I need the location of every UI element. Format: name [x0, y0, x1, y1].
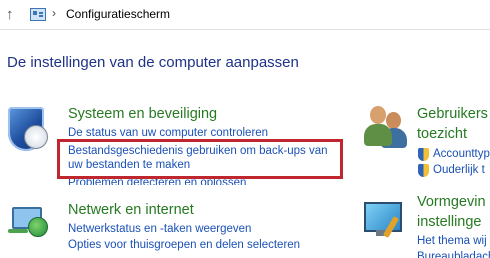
- highlight-box: [57, 139, 343, 179]
- link-change-theme[interactable]: Het thema wij: [417, 234, 487, 248]
- globe-icon: [28, 217, 48, 237]
- address-bar: ↑ › Configuratiescherm: [0, 0, 490, 30]
- user-head-icon: [370, 106, 386, 124]
- control-panel-icon: [30, 8, 46, 21]
- category-user-accounts-line2[interactable]: toezicht: [417, 126, 467, 142]
- appearance-display-icon[interactable]: [362, 200, 406, 240]
- network-globe-icon[interactable]: [8, 205, 48, 237]
- page-title: De instellingen van de computer aanpasse…: [7, 54, 299, 71]
- link-network-status[interactable]: Netwerkstatus en -taken weergeven: [68, 222, 251, 236]
- link-check-computer-status[interactable]: De status van uw computer controleren: [68, 126, 268, 140]
- clock-icon: [24, 125, 48, 149]
- breadcrumb-control-panel[interactable]: Configuratiescherm: [66, 7, 170, 21]
- address-bar-divider: [0, 29, 490, 30]
- category-appearance[interactable]: Vormgevin: [417, 194, 486, 210]
- link-desktop-background[interactable]: Bureaubladach: [417, 250, 490, 258]
- uac-shield-icon: [418, 164, 429, 177]
- category-user-accounts[interactable]: Gebruikers: [417, 106, 488, 122]
- user-body-icon: [364, 124, 392, 146]
- category-system-security[interactable]: Systeem en beveiliging: [68, 106, 217, 122]
- users-icon[interactable]: [364, 104, 408, 148]
- cable-icon: [8, 229, 28, 233]
- breadcrumb-separator[interactable]: ›: [52, 6, 56, 20]
- link-homegroup-sharing[interactable]: Opties voor thuisgroepen en delen select…: [68, 238, 300, 252]
- category-network-internet[interactable]: Netwerk en internet: [68, 202, 194, 218]
- link-account-type[interactable]: Accounttyp: [433, 147, 490, 161]
- link-parental-control[interactable]: Ouderlijk t: [433, 163, 485, 177]
- uac-shield-icon: [418, 148, 429, 161]
- category-appearance-line2[interactable]: instellinge: [417, 214, 482, 230]
- up-arrow-icon[interactable]: ↑: [6, 6, 14, 23]
